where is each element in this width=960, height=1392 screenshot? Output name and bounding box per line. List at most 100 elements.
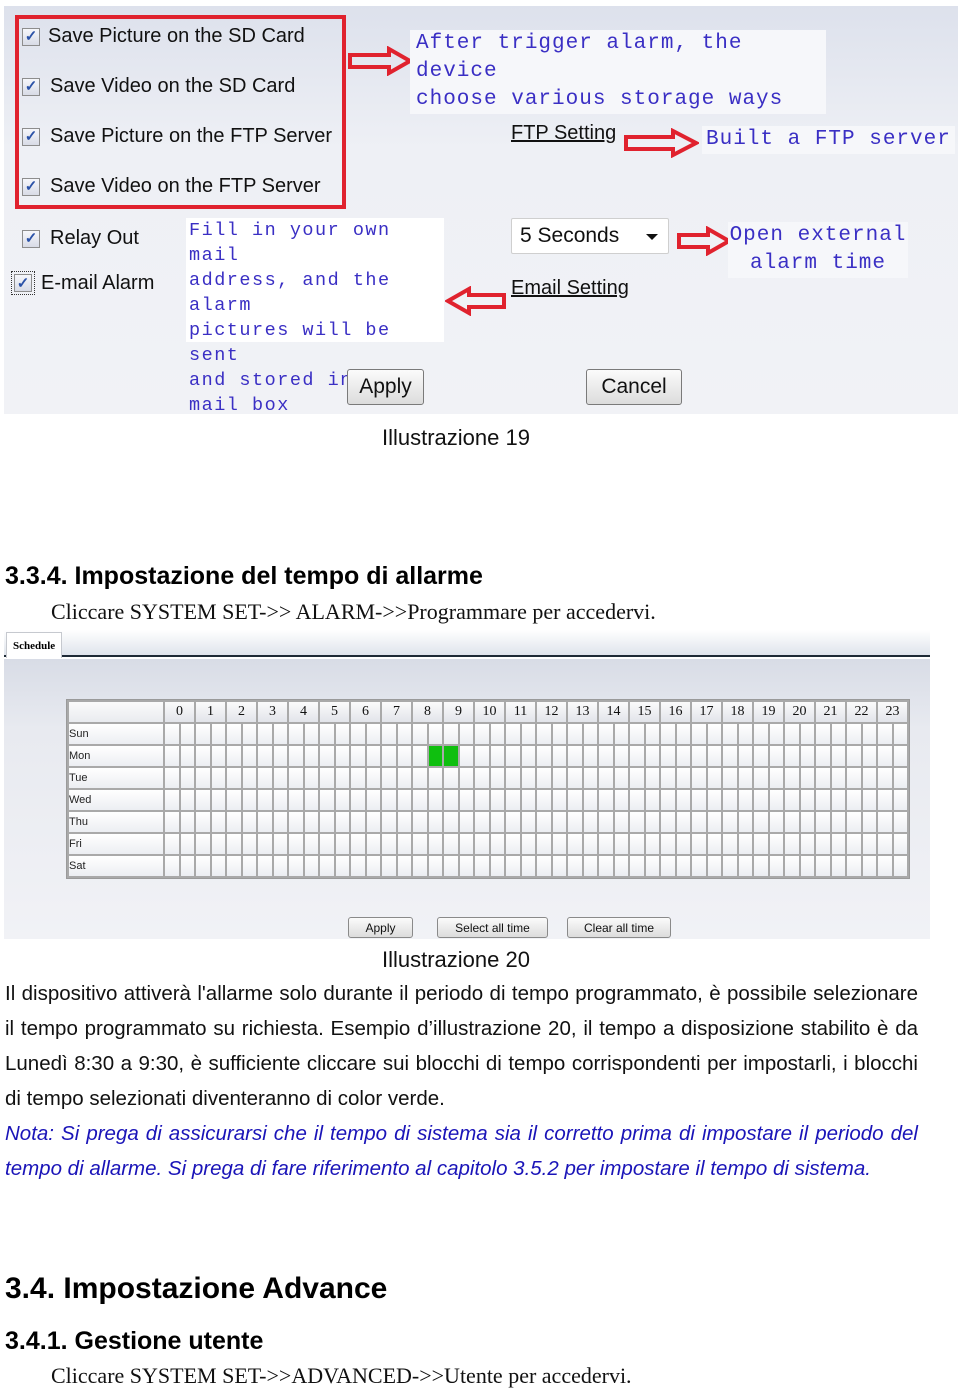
time-slot[interactable] xyxy=(754,790,768,810)
select-all-time-button[interactable]: Select all time xyxy=(437,917,548,938)
cancel-button[interactable]: Cancel xyxy=(586,369,682,405)
checkbox-checked-icon[interactable]: ✓ xyxy=(14,274,32,292)
checkbox-checked-icon[interactable]: ✓ xyxy=(22,177,40,196)
time-slot[interactable] xyxy=(242,856,256,876)
time-slot[interactable] xyxy=(661,834,675,854)
time-slot[interactable] xyxy=(320,834,334,854)
time-slot[interactable] xyxy=(568,724,582,744)
time-slot[interactable] xyxy=(242,790,256,810)
time-slot[interactable] xyxy=(878,746,892,766)
time-slot[interactable] xyxy=(382,790,396,810)
time-slot[interactable] xyxy=(537,790,551,810)
time-slot[interactable] xyxy=(537,834,551,854)
time-slot[interactable] xyxy=(227,768,241,788)
schedule-apply-button[interactable]: Apply xyxy=(348,917,413,938)
time-slot[interactable] xyxy=(521,768,535,788)
time-slot[interactable] xyxy=(366,856,380,876)
time-slot[interactable] xyxy=(599,724,613,744)
time-slot[interactable] xyxy=(459,812,473,832)
time-slot[interactable] xyxy=(180,856,194,876)
time-slot[interactable] xyxy=(227,724,241,744)
time-slot[interactable] xyxy=(893,812,907,832)
time-slot[interactable] xyxy=(878,834,892,854)
time-slot[interactable] xyxy=(583,856,597,876)
time-slot[interactable] xyxy=(847,768,861,788)
time-slot[interactable] xyxy=(211,746,225,766)
time-slot[interactable] xyxy=(351,856,365,876)
time-slot[interactable] xyxy=(692,834,706,854)
time-slot[interactable] xyxy=(692,790,706,810)
time-slot[interactable] xyxy=(599,746,613,766)
time-slot[interactable] xyxy=(800,768,814,788)
time-slot[interactable] xyxy=(366,724,380,744)
time-slot[interactable] xyxy=(180,768,194,788)
time-slot[interactable] xyxy=(521,746,535,766)
time-slot[interactable] xyxy=(258,790,272,810)
time-slot[interactable] xyxy=(490,724,504,744)
time-slot[interactable] xyxy=(413,790,427,810)
time-slot[interactable] xyxy=(490,768,504,788)
time-slot[interactable] xyxy=(723,768,737,788)
time-slot[interactable] xyxy=(614,856,628,876)
time-slot[interactable] xyxy=(816,834,830,854)
time-slot[interactable] xyxy=(552,812,566,832)
time-slot[interactable] xyxy=(273,812,287,832)
time-slot[interactable] xyxy=(893,856,907,876)
time-slot[interactable] xyxy=(738,834,752,854)
time-slot[interactable] xyxy=(428,812,442,832)
time-slot[interactable] xyxy=(320,746,334,766)
tab-schedule[interactable]: Schedule xyxy=(6,632,63,658)
time-slot[interactable] xyxy=(273,746,287,766)
time-slot[interactable] xyxy=(351,746,365,766)
time-slot[interactable] xyxy=(459,768,473,788)
time-slot[interactable] xyxy=(490,746,504,766)
clear-all-time-button[interactable]: Clear all time xyxy=(567,917,671,938)
time-slot[interactable] xyxy=(289,724,303,744)
time-slot[interactable] xyxy=(878,856,892,876)
time-slot[interactable] xyxy=(304,724,318,744)
time-slot[interactable] xyxy=(645,812,659,832)
time-slot[interactable] xyxy=(258,768,272,788)
checkbox-checked-icon[interactable]: ✓ xyxy=(22,77,40,96)
save-picture-sd-option[interactable]: ✓ Save Picture on the SD Card xyxy=(22,25,305,48)
time-slot[interactable] xyxy=(180,812,194,832)
time-slot[interactable] xyxy=(304,790,318,810)
time-slot[interactable] xyxy=(289,790,303,810)
time-slot[interactable] xyxy=(785,856,799,876)
time-slot[interactable] xyxy=(645,746,659,766)
time-slot[interactable] xyxy=(180,834,194,854)
time-slot[interactable] xyxy=(289,856,303,876)
time-slot[interactable] xyxy=(800,746,814,766)
time-slot[interactable] xyxy=(847,812,861,832)
time-slot[interactable] xyxy=(428,790,442,810)
time-slot[interactable] xyxy=(754,834,768,854)
time-slot[interactable] xyxy=(676,812,690,832)
time-slot[interactable] xyxy=(227,746,241,766)
time-slot[interactable] xyxy=(862,812,876,832)
time-slot[interactable] xyxy=(258,812,272,832)
time-slot[interactable] xyxy=(475,768,489,788)
time-slot[interactable] xyxy=(583,790,597,810)
time-slot[interactable] xyxy=(211,724,225,744)
time-slot[interactable] xyxy=(599,856,613,876)
time-slot[interactable] xyxy=(304,812,318,832)
time-slot[interactable] xyxy=(335,856,349,876)
time-slot[interactable] xyxy=(754,812,768,832)
time-slot[interactable] xyxy=(537,724,551,744)
email-alarm-option[interactable]: ✓ E-mail Alarm xyxy=(11,271,154,295)
time-slot[interactable] xyxy=(273,790,287,810)
time-slot[interactable] xyxy=(630,812,644,832)
time-slot[interactable] xyxy=(490,790,504,810)
time-slot[interactable] xyxy=(413,724,427,744)
time-slot[interactable] xyxy=(366,812,380,832)
time-slot[interactable] xyxy=(211,834,225,854)
time-slot[interactable] xyxy=(754,856,768,876)
time-slot[interactable] xyxy=(475,812,489,832)
checkbox-checked-icon[interactable]: ✓ xyxy=(22,127,40,146)
time-slot[interactable] xyxy=(847,834,861,854)
time-slot[interactable] xyxy=(738,724,752,744)
time-slot[interactable] xyxy=(537,856,551,876)
time-slot[interactable] xyxy=(630,790,644,810)
time-slot[interactable] xyxy=(676,834,690,854)
time-slot[interactable] xyxy=(847,856,861,876)
